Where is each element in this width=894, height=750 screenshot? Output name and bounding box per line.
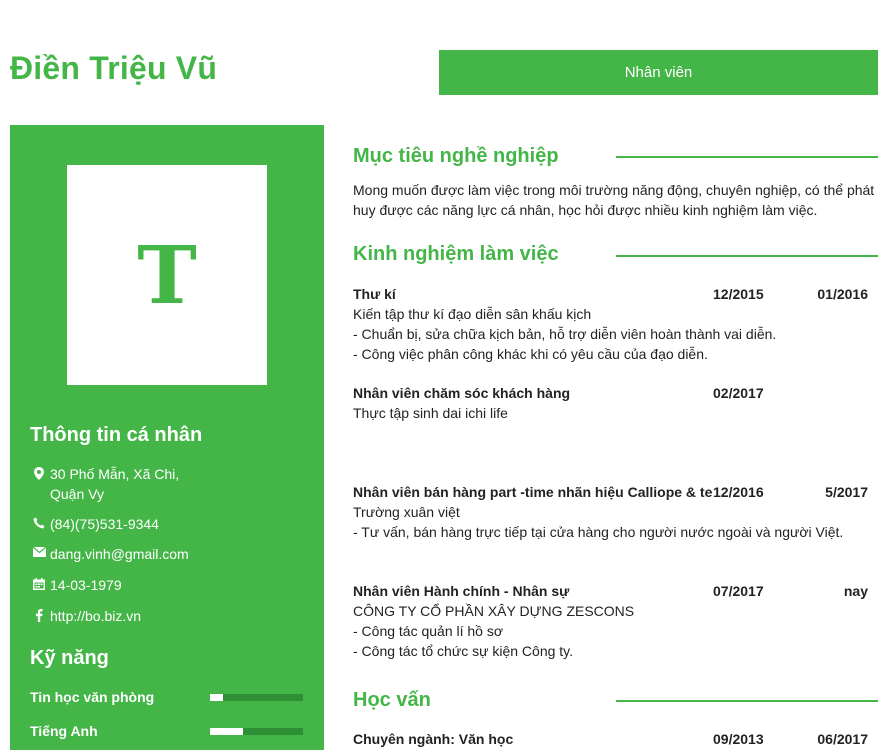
position-banner: Nhân viên: [439, 50, 878, 95]
phone-item: (84)(75)531-9344: [30, 514, 310, 534]
education-start-date: 09/2013: [713, 731, 764, 747]
map-marker-icon: [30, 464, 48, 504]
job-end-date: 01/2016: [817, 286, 868, 302]
skill-level-fill: [210, 727, 244, 735]
email-text: dang.vinh@gmail.com: [50, 546, 189, 562]
job-detail-line: Trường xuân việt: [353, 504, 460, 520]
job-detail-line: CÔNG TY CỔ PHẦN XÂY DỰNG ZESCONS: [353, 603, 635, 619]
job-start-date: 12/2015: [713, 286, 764, 302]
address-item: 30 Phố Mẫn, Xã Chi, Quận Vy: [30, 464, 310, 504]
candidate-name: Điền Triệu Vũ: [10, 50, 218, 86]
job-entry: Thư kí 12/2015 01/2016 Kiến tập thư kí đ…: [353, 284, 878, 364]
job-title: Nhân viên chăm sóc khách hàng: [353, 385, 571, 401]
address-text: 30 Phố Mẫn, Xã Chi, Quận Vy: [48, 464, 179, 504]
section-divider: [616, 156, 878, 158]
skill-label: Tiếng Anh: [30, 723, 98, 739]
education-title: Chuyên ngành: Văn học: [353, 731, 514, 747]
job-start-date: 02/2017: [713, 385, 764, 401]
section-divider: [616, 700, 878, 702]
email-item: dang.vinh@gmail.com: [30, 544, 310, 564]
job-start-date: 12/2016: [713, 484, 764, 500]
job-title: Nhân viên Hành chính - Nhân sự: [353, 583, 570, 599]
job-detail-line: - Công việc phân công khác khi có yêu cầ…: [353, 346, 708, 362]
skill-level-bar: [210, 693, 303, 701]
envelope-icon: [30, 544, 48, 564]
job-entry: Nhân viên Hành chính - Nhân sự 07/2017 n…: [353, 581, 878, 661]
avatar: T: [67, 165, 267, 385]
website-item: http://bo.biz.vn: [30, 606, 310, 626]
website-link[interactable]: http://bo.biz.vn: [48, 606, 141, 626]
sidebar: T Thông tin cá nhân 30 Phố Mẫn, Xã Chi, …: [10, 125, 324, 750]
experience-heading: Kinh nghiệm làm việc: [353, 243, 559, 265]
skill-label: Tin học văn phòng: [30, 689, 155, 705]
job-end-date: 5/2017: [825, 484, 868, 500]
job-end-date: nay: [843, 583, 868, 599]
birthday-item: 14-03-1979: [30, 575, 310, 595]
section-divider: [616, 255, 878, 257]
job-detail-line: Kiến tập thư kí đạo diễn sân khấu kịch: [353, 306, 592, 322]
education-heading: Học vấn: [353, 689, 431, 711]
objective-heading: Mục tiêu nghề nghiệp: [353, 145, 559, 167]
birthday-text: 14-03-1979: [50, 577, 122, 593]
calendar-icon: [30, 575, 48, 595]
skills-heading: Kỹ năng: [30, 647, 109, 669]
facebook-icon: [30, 606, 48, 626]
job-title: Nhân viên bán hàng part -time nhãn hiệu …: [353, 484, 713, 500]
job-detail-line: - Tư vấn, bán hàng trực tiếp tại cửa hàn…: [353, 524, 844, 540]
education-entry: Chuyên ngành: Văn học 09/2013 06/2017: [353, 729, 878, 749]
job-title: Thư kí: [353, 286, 396, 302]
job-detail-line: Thực tập sinh dai ichi life: [353, 405, 508, 421]
job-start-date: 07/2017: [713, 583, 764, 599]
address-line-2: Quận Vy: [50, 486, 104, 502]
education-end-date: 06/2017: [817, 731, 868, 747]
address-line-1: 30 Phố Mẫn, Xã Chi,: [50, 466, 180, 482]
avatar-initial: T: [137, 228, 197, 322]
job-entry: Nhân viên chăm sóc khách hàng 02/2017 Th…: [353, 383, 878, 423]
personal-info-heading: Thông tin cá nhân: [30, 424, 203, 446]
skill-level-fill: [210, 693, 224, 701]
objective-text: Mong muốn được làm việc trong môi trường…: [353, 182, 875, 218]
phone-text: (84)(75)531-9344: [50, 516, 159, 532]
skill-level-bar: [210, 727, 303, 735]
phone-icon: [30, 514, 48, 534]
job-entry: Nhân viên bán hàng part -time nhãn hiệu …: [353, 482, 878, 542]
job-detail-line: - Công tác tổ chức sự kiện Công ty.: [353, 643, 574, 659]
job-detail-line: - Chuẩn bị, sửa chữa kịch bản, hỗ trợ di…: [353, 326, 777, 342]
skill-english: Tiếng Anh: [30, 721, 304, 741]
job-detail-line: - Công tác quản lí hồ sơ: [353, 623, 504, 639]
skill-office: Tin học văn phòng: [30, 687, 304, 707]
